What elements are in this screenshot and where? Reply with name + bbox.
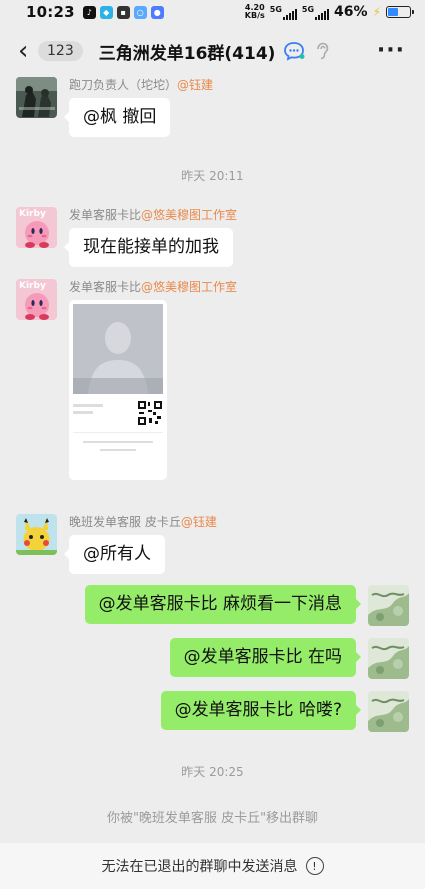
signal-icon (315, 8, 330, 20)
avatar[interactable] (16, 514, 57, 555)
app-icon: ◆ (99, 5, 113, 19)
chat-bubble-icon[interactable] (283, 41, 305, 61)
group-title: 三角洲发单16群(414) (98, 43, 276, 64)
message-bubble[interactable]: @所有人 (64, 535, 165, 574)
svg-text:Kirby: Kirby (19, 209, 46, 219)
net-speed: 4.20 KB/s (244, 3, 265, 20)
svg-text:Kirby: Kirby (19, 281, 46, 291)
back-button[interactable]: ‹ (0, 38, 28, 64)
sender-name: 发单客服卡比@悠美穆图工作室 (69, 280, 238, 294)
sender-name: 跑刀负责人（坨坨）@钰建 (69, 78, 214, 92)
status-time: 10:23 (26, 3, 75, 21)
self-avatar[interactable] (368, 691, 409, 732)
message-item: 跑刀负责人（坨坨）@钰建 @枫 撤回 (16, 77, 213, 137)
more-options-button[interactable]: ··· (377, 38, 405, 63)
message-bubble[interactable]: @枫 撤回 (63, 98, 171, 137)
battery-percent: 46% (334, 4, 368, 20)
status-bar: 10:23 ♪ ◆ ▪ ○ ● 4.20 KB/s 5G 5G 46% ⚡ (0, 0, 425, 24)
signal-5g-1: 5G (270, 5, 297, 20)
message-bubble[interactable]: @发单客服卡比 在吗 (169, 638, 362, 677)
app-icon: ○ (133, 5, 147, 19)
outgoing-message: @发单客服卡比 哈喽? (160, 691, 409, 732)
outgoing-message: @发单客服卡比 在吗 (169, 638, 409, 679)
sender-name: 发单客服卡比@悠美穆图工作室 (69, 208, 238, 222)
message-bubble[interactable]: 现在能接单的加我 (64, 228, 233, 267)
avatar[interactable] (16, 77, 57, 118)
contact-card-image[interactable] (69, 300, 167, 480)
message-item: 晚班发单客服 皮卡丘@钰建 @所有人 (16, 514, 217, 574)
message-item: Kirby 发单客服卡比@悠美穆图工作室 (16, 279, 237, 480)
time-separator: 昨天 20:11 (181, 169, 244, 183)
info-icon[interactable]: ! (305, 857, 324, 875)
self-avatar[interactable] (368, 585, 409, 626)
profile-photo-placeholder (73, 304, 163, 394)
outgoing-message: @发单客服卡比 麻烦看一下消息 (84, 585, 409, 626)
status-app-icons: ♪ ◆ ▪ ○ ● (82, 5, 164, 19)
message-item: Kirby 发单客服卡比@悠美穆图工作室 现在能接单的加我 (16, 207, 237, 267)
self-avatar[interactable] (368, 638, 409, 679)
unread-count-badge[interactable]: 123 (38, 41, 83, 61)
signal-5g-2: 5G (302, 5, 330, 20)
avatar[interactable]: Kirby (16, 279, 57, 320)
sender-name: 晚班发单客服 皮卡丘@钰建 (69, 515, 217, 529)
app-icon: ▪ (116, 5, 130, 19)
charging-icon: ⚡ (372, 5, 381, 19)
app-icon: ● (150, 5, 164, 19)
tiktok-icon: ♪ (82, 5, 96, 19)
message-bubble[interactable]: @发单客服卡比 哈喽? (160, 691, 362, 730)
battery-icon (386, 6, 414, 18)
system-message: 你被"晚班发单客服 皮卡丘"移出群聊 (106, 811, 319, 826)
signal-icon (282, 8, 297, 20)
input-disabled-bar: 无法在已退出的群聊中发送消息 ! (0, 843, 425, 889)
qr-code-icon (137, 400, 163, 426)
bottom-notice: 无法在已退出的群聊中发送消息 (101, 859, 298, 875)
message-bubble[interactable]: @发单客服卡比 麻烦看一下消息 (84, 585, 362, 624)
avatar[interactable]: Kirby (16, 207, 57, 248)
chat-header: ‹ 123 三角洲发单16群(414) ··· (0, 28, 425, 74)
ear-icon[interactable] (315, 42, 329, 60)
time-separator: 昨天 20:25 (181, 765, 244, 779)
